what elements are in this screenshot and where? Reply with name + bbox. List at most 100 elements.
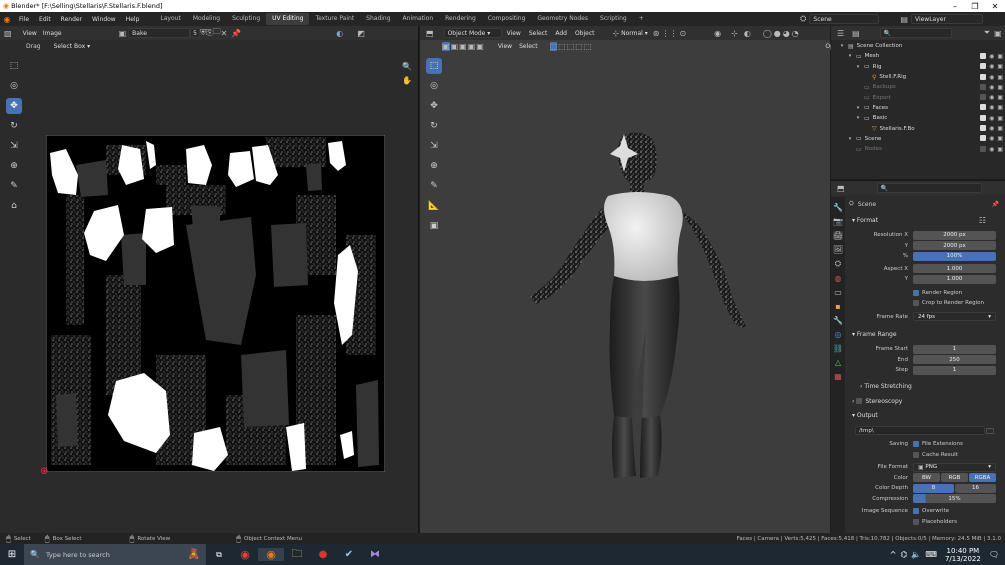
menu-add[interactable]: Add <box>552 28 570 38</box>
eye-icon[interactable]: ◉ <box>989 146 994 153</box>
vp-annotate-tool[interactable]: ✎ <box>426 178 442 194</box>
file-format-dropdown[interactable]: ▣ PNG ▾ <box>913 462 996 472</box>
uv-sticky-icon[interactable]: ⬚ <box>584 42 592 51</box>
tab-scripting[interactable]: Scripting <box>594 13 633 25</box>
menu-object[interactable]: Object <box>572 28 598 38</box>
menu-image[interactable]: Image <box>40 28 65 38</box>
outliner-row[interactable]: ▾ ▭ Scene ◉ ▣ <box>831 134 1005 144</box>
disclosure-triangle-icon[interactable]: ▾ <box>855 115 861 121</box>
display-channels-icon[interactable]: ◩ <box>357 29 365 38</box>
new-collection-icon[interactable]: ▣ <box>994 29 1002 38</box>
viewport-overlay-icon[interactable]: ◐ <box>744 29 751 38</box>
object-mode-dropdown[interactable]: Object Mode ▾ <box>443 28 502 38</box>
frame-step-field[interactable]: 1 <box>913 365 996 375</box>
placeholders-checkbox[interactable]: Placeholders <box>913 518 957 525</box>
render-tab-icon[interactable]: 📷 <box>833 217 843 226</box>
vp-select-tool[interactable]: ⬚ <box>426 58 442 74</box>
outliner-row[interactable]: ▾ ▭ Rig ◉ ▣ <box>831 62 1005 72</box>
file-extensions-checkbox[interactable]: File Extensions <box>913 441 963 448</box>
blender-menu-icon[interactable]: ◉ <box>0 15 14 24</box>
outliner-row[interactable]: ▾ ▤ Scene Collection <box>831 41 1005 51</box>
menu-window[interactable]: Window <box>87 16 121 23</box>
eye-icon[interactable]: ◉ <box>989 84 994 91</box>
volume-icon[interactable]: 🔈 <box>911 550 921 559</box>
camera-icon[interactable]: ▣ <box>997 146 1003 153</box>
cursor-tool[interactable]: ◎ <box>6 78 22 94</box>
outliner-search[interactable]: 🔍 <box>879 28 952 38</box>
exclude-checkbox[interactable] <box>980 63 987 70</box>
uv-island-mode-icon[interactable]: ⬚ <box>575 42 583 51</box>
tab-geometry-nodes[interactable]: Geometry Nodes <box>531 13 594 25</box>
grab-tool[interactable]: ⌂ <box>6 198 22 214</box>
disclosure-triangle-icon[interactable]: ▾ <box>855 105 861 111</box>
eye-icon[interactable]: ◉ <box>989 135 994 142</box>
exclude-checkbox[interactable] <box>980 135 987 142</box>
camera-icon[interactable]: ▣ <box>997 115 1003 122</box>
camera-icon[interactable]: ▣ <box>997 94 1003 101</box>
stereoscopy-check[interactable] <box>856 398 863 404</box>
outliner-row[interactable]: ▽ Stellaris.F.Bo ◉ ▣ <box>831 123 1005 133</box>
select-mode-invert-icon[interactable]: ▣ <box>468 42 476 51</box>
solid-shading-icon[interactable]: ● <box>774 29 781 38</box>
task-view-icon[interactable]: ⧉ <box>206 550 232 560</box>
outliner-type-icon[interactable]: ☰ <box>837 29 844 38</box>
tab-compositing[interactable]: Compositing <box>482 13 532 25</box>
output-path-field[interactable]: /tmp\ <box>855 426 985 435</box>
resolution-y-field[interactable]: 2000 px <box>913 241 996 251</box>
output-header[interactable]: ▾ Output <box>852 409 878 421</box>
resolution-x-field[interactable]: 2000 px <box>913 230 996 240</box>
close-button[interactable]: ✕ <box>983 0 1005 12</box>
frame-start-field[interactable]: 1 <box>913 344 996 354</box>
outliner-filter-icon[interactable]: ⏷ <box>984 28 990 38</box>
resolution-pct-field[interactable]: 100% <box>913 251 996 261</box>
taskbar-clock[interactable]: 10:40 PM 7/13/2022 <box>945 547 981 563</box>
uv-vertex-mode-icon[interactable]: ⬚ <box>549 41 558 51</box>
uv-face-mode-icon[interactable]: ⬚ <box>567 42 575 51</box>
tab-sculpting[interactable]: Sculpting <box>226 13 266 25</box>
move-tool[interactable]: ✥ <box>6 98 22 114</box>
depth-16-button[interactable]: 16 <box>955 483 996 493</box>
color-rgb-button[interactable]: RGB <box>941 473 968 483</box>
outliner-row[interactable]: ⚲ Stell.F.Rig ◉ ▣ <box>831 72 1005 82</box>
view-layer-icon[interactable]: ▤ <box>900 15 908 24</box>
tab-texture-paint[interactable]: Texture Paint <box>309 13 360 25</box>
windows-start-icon[interactable]: ⊞ <box>0 549 24 560</box>
overlay-icon[interactable]: ◐ <box>336 29 343 38</box>
physics-tab-icon[interactable]: ◎ <box>835 330 842 339</box>
exclude-checkbox[interactable] <box>980 94 987 101</box>
menu-render[interactable]: Render <box>56 16 87 23</box>
open-image-icon[interactable]: 🗀 <box>213 26 221 40</box>
steam-icon[interactable]: ✔ <box>336 549 362 560</box>
properties-type-icon[interactable]: ⬒ <box>837 184 845 193</box>
frame-rate-dropdown[interactable]: 24 fps ▾ <box>913 312 996 322</box>
pan-hand-icon[interactable]: ✋ <box>402 76 412 85</box>
exclude-checkbox[interactable] <box>980 125 987 132</box>
crop-region-checkbox[interactable]: Crop to Render Region <box>913 300 984 307</box>
tool-tab-icon[interactable]: 🔧 <box>833 203 843 212</box>
menu-view[interactable]: View <box>20 28 40 38</box>
outliner-row[interactable]: ▾ ▭ Faces ◉ ▣ <box>831 103 1005 113</box>
disclosure-triangle-icon[interactable]: ▾ <box>855 64 861 70</box>
orientation-dropdown[interactable]: ⊹ Normal ▾ <box>610 28 651 38</box>
outliner-display-mode-icon[interactable]: ▤ <box>852 29 860 38</box>
browse-folder-icon[interactable]: 🗀 <box>986 426 994 440</box>
camera-icon[interactable]: ▣ <box>997 125 1003 132</box>
depth-8-button[interactable]: 8 <box>913 483 954 493</box>
exclude-checkbox[interactable] <box>980 145 987 152</box>
scene-icon[interactable]: ⛭ <box>800 14 806 24</box>
disclosure-triangle-icon[interactable]: ▾ <box>847 136 853 142</box>
stereoscopy-header[interactable]: › Stereoscopy <box>852 395 902 407</box>
annotate-tool[interactable]: ✎ <box>6 178 22 194</box>
exclude-checkbox[interactable] <box>980 73 987 80</box>
menu-view-3d[interactable]: View <box>504 28 524 38</box>
format-header[interactable]: ▾ Format ☷ <box>852 214 1002 226</box>
pin-context-icon[interactable]: 📌 <box>992 201 999 208</box>
overwrite-checkbox[interactable]: Overwrite <box>913 508 949 515</box>
menu-edit[interactable]: Edit <box>34 16 56 23</box>
cache-result-checkbox[interactable]: Cache Result <box>913 451 958 458</box>
editor-type-icon[interactable]: ▧ <box>4 29 12 38</box>
tab-rendering[interactable]: Rendering <box>439 13 482 25</box>
vp-rotate-tool[interactable]: ↻ <box>426 118 442 134</box>
frame-range-header[interactable]: ▾ Frame Range <box>852 328 897 340</box>
image-browse-icon[interactable]: ▣ <box>119 29 127 38</box>
